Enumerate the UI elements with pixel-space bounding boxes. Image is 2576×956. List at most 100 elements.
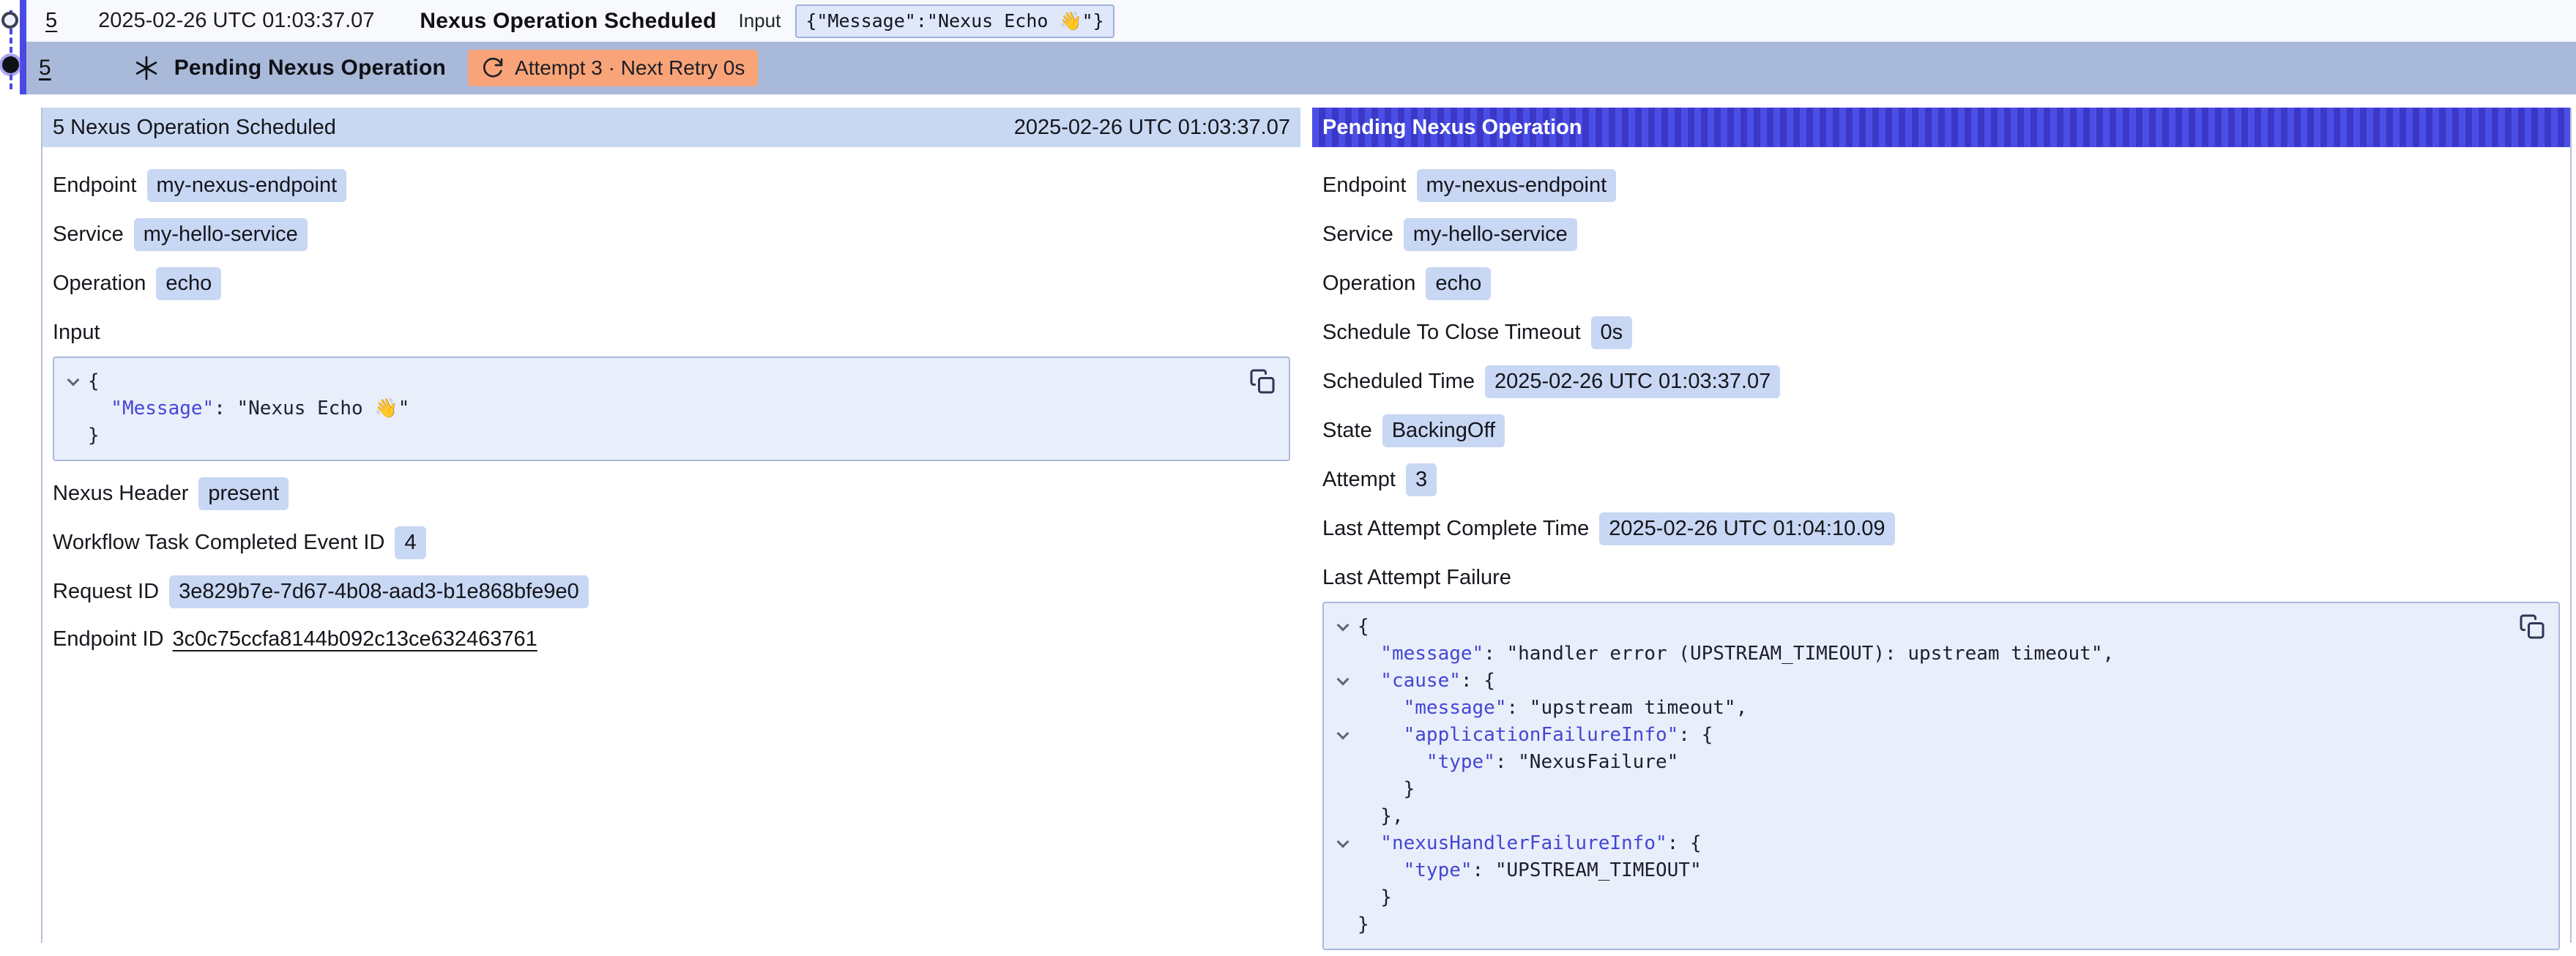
- code-line: "applicationFailureInfo": {: [1328, 722, 2507, 749]
- code-line: {: [59, 368, 1237, 395]
- code-gutter: [1328, 695, 1358, 722]
- input-json-block: { "Message": "Nexus Echo 👋"}: [53, 356, 1290, 461]
- code-line: }: [1328, 884, 2507, 911]
- field-value-badge: present: [198, 477, 289, 510]
- field-value-badge: my-nexus-endpoint: [147, 169, 347, 202]
- pending-panel-header: Pending Nexus Operation: [1312, 108, 2570, 147]
- code-text: "applicationFailureInfo": {: [1358, 722, 1713, 749]
- code-text: "cause": {: [1358, 668, 1495, 695]
- event-id-link[interactable]: 5: [45, 9, 57, 33]
- field-label: Last Attempt Complete Time: [1322, 514, 1589, 544]
- code-line: "type": "NexusFailure": [1328, 749, 2507, 776]
- code-line: }: [1328, 911, 2507, 938]
- field-label: Workflow Task Completed Event ID: [53, 528, 384, 558]
- field-value-badge: BackingOff: [1382, 414, 1505, 447]
- field-label: Service: [53, 220, 124, 250]
- code-line: "type": "UPSTREAM_TIMEOUT": [1328, 857, 2507, 884]
- field-value-badge: 2025-02-26 UTC 01:04:10.09: [1599, 512, 1894, 545]
- input-section-label: Input: [53, 318, 1290, 348]
- attempt-badge-label: Attempt 3 · Next Retry 0s: [515, 56, 745, 80]
- code-text: "message": "handler error (UPSTREAM_TIME…: [1358, 641, 2114, 668]
- field-label: State: [1322, 416, 1372, 446]
- field-label: Nexus Header: [53, 479, 188, 509]
- code-text: "type": "NexusFailure": [1358, 749, 1678, 776]
- code-gutter: [1328, 803, 1358, 830]
- copy-icon[interactable]: [2519, 613, 2545, 640]
- code-line: "Message": "Nexus Echo 👋": [59, 395, 1237, 422]
- code-text: "type": "UPSTREAM_TIMEOUT": [1358, 857, 1702, 884]
- event-detail-area: 5 Nexus Operation Scheduled 2025-02-26 U…: [0, 94, 2576, 943]
- code-gutter: [1328, 613, 1358, 641]
- field-value-badge: echo: [1426, 267, 1491, 300]
- event-title: Pending Nexus Operation: [174, 56, 446, 81]
- code-text: "message": "upstream timeout",: [1358, 695, 1747, 722]
- event-timestamp: 2025-02-26 UTC 01:03:37.07: [98, 9, 374, 33]
- field-row: Nexus Header present: [53, 477, 1290, 510]
- code-gutter: [59, 422, 88, 449]
- field-row: Endpointmy-nexus-endpoint: [1322, 169, 2560, 202]
- event-row-scheduled[interactable]: 5 2025-02-26 UTC 01:03:37.07 Nexus Opera…: [26, 0, 2576, 42]
- failure-section-label: Last Attempt Failure: [1322, 563, 2560, 593]
- code-text: }: [1358, 884, 1392, 911]
- code-text: }: [88, 422, 100, 449]
- code-text: }: [1358, 911, 1369, 938]
- event-id-link[interactable]: 5: [39, 56, 51, 81]
- code-line: }: [59, 422, 1237, 449]
- field-label: Endpoint ID: [53, 624, 164, 654]
- collapse-chevron-icon[interactable]: [1337, 727, 1350, 739]
- code-line: {: [1328, 613, 2507, 641]
- copy-icon[interactable]: [1249, 368, 1276, 395]
- code-line: "cause": {: [1328, 668, 2507, 695]
- panel-title: 5 Nexus Operation Scheduled: [53, 116, 336, 140]
- panel-timestamp: 2025-02-26 UTC 01:03:37.07: [1014, 116, 1290, 140]
- retry-icon: [481, 56, 505, 80]
- code-gutter: [1328, 641, 1358, 668]
- code-gutter: [1328, 722, 1358, 749]
- input-payload-chip[interactable]: {"Message":"Nexus Echo 👋"}: [795, 4, 1114, 38]
- collapse-chevron-icon[interactable]: [67, 373, 80, 386]
- field-row: Servicemy-hello-service: [53, 218, 1290, 251]
- field-value-badge: 4: [395, 526, 425, 559]
- code-gutter: [1328, 884, 1358, 911]
- code-gutter: [1328, 911, 1358, 938]
- scheduled-panel-header: 5 Nexus Operation Scheduled 2025-02-26 U…: [42, 108, 1300, 147]
- field-row: Endpoint my-nexus-endpoint: [53, 169, 1290, 202]
- code-line: "message": "upstream timeout",: [1328, 695, 2507, 722]
- endpoint-id-link[interactable]: 3c0c75ccfa8144b092c13ce632463761: [173, 624, 537, 654]
- code-line: },: [1328, 803, 2507, 830]
- field-label: Operation: [53, 269, 146, 299]
- scheduled-event-panel: 5 Nexus Operation Scheduled 2025-02-26 U…: [41, 108, 1300, 943]
- field-row: Scheduled Time2025-02-26 UTC 01:03:37.07: [1322, 365, 2560, 398]
- collapse-chevron-icon[interactable]: [1337, 835, 1350, 848]
- field-label: Endpoint: [53, 171, 137, 201]
- field-row: Workflow Task Completed Event ID 4: [53, 526, 1290, 559]
- code-text: "nexusHandlerFailureInfo": {: [1358, 830, 1702, 857]
- event-row-pending[interactable]: 5 Pending Nexus Operation Attempt 3 · Ne…: [26, 42, 2576, 94]
- field-label: Schedule To Close Timeout: [1322, 318, 1581, 348]
- code-gutter: [1328, 668, 1358, 695]
- field-value-badge: my-hello-service: [1404, 218, 1577, 251]
- code-text: "Message": "Nexus Echo 👋": [88, 395, 409, 422]
- code-gutter: [1328, 749, 1358, 776]
- collapse-chevron-icon[interactable]: [1337, 619, 1350, 631]
- field-row: Last Attempt Complete Time 2025-02-26 UTC…: [1322, 512, 2560, 545]
- code-line: "nexusHandlerFailureInfo": {: [1328, 830, 2507, 857]
- code-line: }: [1328, 776, 2507, 803]
- code-gutter: [1328, 857, 1358, 884]
- field-label: Endpoint: [1322, 171, 1407, 201]
- field-label: Request ID: [53, 577, 159, 607]
- panel-title: Pending Nexus Operation: [1322, 116, 1582, 140]
- field-label: Scheduled Time: [1322, 367, 1475, 397]
- field-row: Attempt3: [1322, 463, 2560, 496]
- timeline-accent-bar: [20, 0, 26, 94]
- pending-asterisk-icon: [133, 55, 160, 81]
- field-row: Endpoint ID 3c0c75ccfa8144b092c13ce632463…: [53, 624, 1290, 654]
- field-value-badge: echo: [156, 267, 221, 300]
- code-text: }: [1358, 776, 1415, 803]
- field-value-badge: 3e829b7e-7d67-4b08-aad3-b1e868bfe9e0: [169, 575, 589, 608]
- code-gutter: [59, 368, 88, 395]
- code-gutter: [1328, 830, 1358, 857]
- failure-json-block: { "message": "handler error (UPSTREAM_TI…: [1322, 602, 2560, 950]
- collapse-chevron-icon[interactable]: [1337, 673, 1350, 685]
- input-label: Input: [739, 10, 781, 32]
